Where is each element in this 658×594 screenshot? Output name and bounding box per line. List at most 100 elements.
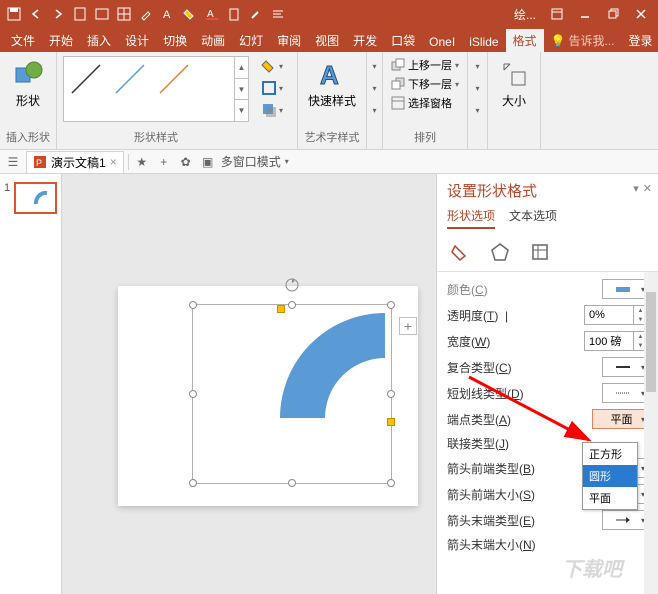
qat-align-icon[interactable] bbox=[268, 4, 288, 24]
pane-menu-icon[interactable]: ▾ bbox=[633, 182, 639, 195]
pane-tab-shape[interactable]: 形状选项 bbox=[447, 207, 495, 229]
tab-pocket[interactable]: 口袋 bbox=[384, 29, 422, 52]
add-tab-icon[interactable]: + bbox=[155, 153, 173, 171]
handle-w[interactable] bbox=[189, 390, 197, 398]
tab-format[interactable]: 格式 bbox=[506, 29, 544, 52]
qat-brush-icon[interactable] bbox=[246, 4, 266, 24]
quick-styles-button[interactable]: A 快速样式 bbox=[304, 56, 360, 111]
multi-window-icon[interactable]: ▣ bbox=[199, 153, 217, 171]
slide-canvas[interactable]: + bbox=[62, 174, 436, 594]
pane-close-icon[interactable]: ✕ bbox=[643, 182, 652, 195]
text-fill-button[interactable]: ▾ bbox=[368, 56, 382, 76]
tab-islide[interactable]: iSlide bbox=[462, 32, 505, 52]
title-bar: A A 绘... bbox=[0, 0, 658, 28]
dash-combo[interactable]: ▾ bbox=[602, 383, 648, 403]
svg-text:A: A bbox=[163, 9, 171, 21]
qat-undo-icon[interactable] bbox=[26, 4, 46, 24]
effects-icon[interactable] bbox=[489, 241, 511, 263]
tab-onekey[interactable]: OneI bbox=[422, 32, 462, 52]
dropdown-square[interactable]: 正方形 bbox=[583, 443, 637, 465]
transparency-input[interactable]: 0%▲▼ bbox=[584, 305, 648, 325]
cap-combo[interactable]: 平面▾ bbox=[592, 409, 648, 429]
bulb-icon: 💡 bbox=[551, 34, 566, 48]
restore-icon[interactable] bbox=[600, 4, 626, 24]
multi-window-label[interactable]: 多窗口模式 bbox=[221, 153, 281, 170]
tell-me[interactable]: 💡告诉我... bbox=[544, 29, 622, 52]
group-button[interactable]: ▾ bbox=[470, 78, 486, 98]
prop-arrow-es-label: 箭头末端大小(N) bbox=[447, 536, 648, 553]
prop-arrow-bt-label: 箭头前端类型(B) bbox=[447, 460, 596, 477]
svg-text:P: P bbox=[36, 158, 42, 168]
tab-home[interactable]: 开始 bbox=[42, 29, 80, 52]
tab-animation[interactable]: 动画 bbox=[194, 29, 232, 52]
shape-effects-button[interactable]: ▾ bbox=[253, 100, 291, 120]
dropdown-flat[interactable]: 平面 bbox=[583, 487, 637, 509]
tab-transition[interactable]: 切换 bbox=[156, 29, 194, 52]
shape-style-gallery[interactable]: ▲▼▼ bbox=[63, 56, 249, 122]
pane-scrollbar[interactable] bbox=[644, 272, 658, 594]
tab-slideshow[interactable]: 幻灯 bbox=[232, 29, 270, 52]
document-tabs: ☰ P 演示文稿1 × ★ + ✿ ▣ 多窗口模式 ▾ bbox=[0, 150, 658, 174]
pane-tab-text[interactable]: 文本选项 bbox=[509, 207, 557, 229]
rotate-handle[interactable] bbox=[284, 277, 300, 293]
tab-file[interactable]: 文件 bbox=[4, 29, 42, 52]
qat-save-icon[interactable] bbox=[4, 4, 24, 24]
ribbon-options-icon[interactable] bbox=[544, 4, 570, 24]
qat-new-icon[interactable] bbox=[70, 4, 90, 24]
login-button[interactable]: 登录 bbox=[622, 29, 658, 52]
selection-box[interactable]: + bbox=[192, 304, 392, 484]
shape-outline-button[interactable]: ▾ bbox=[253, 78, 291, 98]
tab-developer[interactable]: 开发 bbox=[346, 29, 384, 52]
adjust-handle-1[interactable] bbox=[277, 305, 285, 313]
minimize-icon[interactable] bbox=[572, 4, 598, 24]
compound-combo[interactable]: ▾ bbox=[602, 357, 648, 377]
doc-close-icon[interactable]: × bbox=[110, 155, 117, 169]
selection-pane-button[interactable]: 选择窗格 bbox=[389, 94, 461, 112]
qat-paste-icon[interactable] bbox=[224, 4, 244, 24]
send-backward-button[interactable]: 下移一层▾ bbox=[389, 75, 461, 93]
gallery-scroll[interactable]: ▲▼▼ bbox=[234, 57, 248, 121]
bring-forward-button[interactable]: 上移一层▾ bbox=[389, 56, 461, 74]
adjust-handle-2[interactable] bbox=[387, 418, 395, 426]
layout-options-icon[interactable]: + bbox=[399, 317, 417, 335]
handle-se[interactable] bbox=[387, 479, 395, 487]
align-button[interactable]: ▾ bbox=[470, 56, 486, 76]
handle-s[interactable] bbox=[288, 479, 296, 487]
slide-thumbnail[interactable]: 1 bbox=[4, 182, 57, 214]
qat-preview-icon[interactable] bbox=[92, 4, 112, 24]
prop-cap-label: 端点类型(A) bbox=[447, 411, 586, 428]
qat-fill-icon[interactable] bbox=[180, 4, 200, 24]
qat-eyedropper-icon[interactable] bbox=[136, 4, 156, 24]
width-input[interactable]: 100 磅▲▼ bbox=[584, 331, 648, 351]
shapes-button[interactable]: 形状 bbox=[8, 56, 48, 111]
qat-text-color-icon[interactable]: A bbox=[202, 4, 222, 24]
star-icon[interactable]: ★ bbox=[133, 153, 151, 171]
main-area: 1 + 设置形状格式 bbox=[0, 174, 658, 594]
tab-view[interactable]: 视图 bbox=[308, 29, 346, 52]
tab-insert[interactable]: 插入 bbox=[80, 29, 118, 52]
fill-line-icon[interactable] bbox=[449, 241, 471, 263]
arrow-end-type-combo[interactable]: ▾ bbox=[602, 510, 648, 530]
arc-shape[interactable] bbox=[275, 308, 390, 423]
handle-nw[interactable] bbox=[189, 301, 197, 309]
text-outline-button[interactable]: ▾ bbox=[368, 78, 382, 98]
dropdown-round[interactable]: 圆形 bbox=[583, 465, 637, 487]
tab-design[interactable]: 设计 bbox=[118, 29, 156, 52]
close-icon[interactable] bbox=[628, 4, 654, 24]
window-buttons bbox=[544, 4, 654, 24]
shape-fill-button[interactable]: ▾ bbox=[253, 56, 291, 76]
document-tab[interactable]: P 演示文稿1 × bbox=[26, 151, 124, 173]
rotate-button[interactable]: ▾ bbox=[470, 100, 486, 120]
ribbon: 形状 插入形状 ▲▼▼ 形状样式 ▾ ▾ ▾ A 快速样式 艺术字样式 ▾ bbox=[0, 52, 658, 150]
qat-redo-icon[interactable] bbox=[48, 4, 68, 24]
handle-sw[interactable] bbox=[189, 479, 197, 487]
gear-icon[interactable]: ✿ bbox=[177, 153, 195, 171]
size-button[interactable]: 大小 bbox=[494, 56, 534, 111]
qat-font-icon[interactable]: A bbox=[158, 4, 178, 24]
qat-table-icon[interactable] bbox=[114, 4, 134, 24]
color-combo[interactable]: ▾ bbox=[602, 279, 648, 299]
doc-menu-icon[interactable]: ☰ bbox=[4, 153, 22, 171]
size-props-icon[interactable] bbox=[529, 241, 551, 263]
text-effects-button[interactable]: ▾ bbox=[368, 100, 382, 120]
tab-review[interactable]: 审阅 bbox=[270, 29, 308, 52]
